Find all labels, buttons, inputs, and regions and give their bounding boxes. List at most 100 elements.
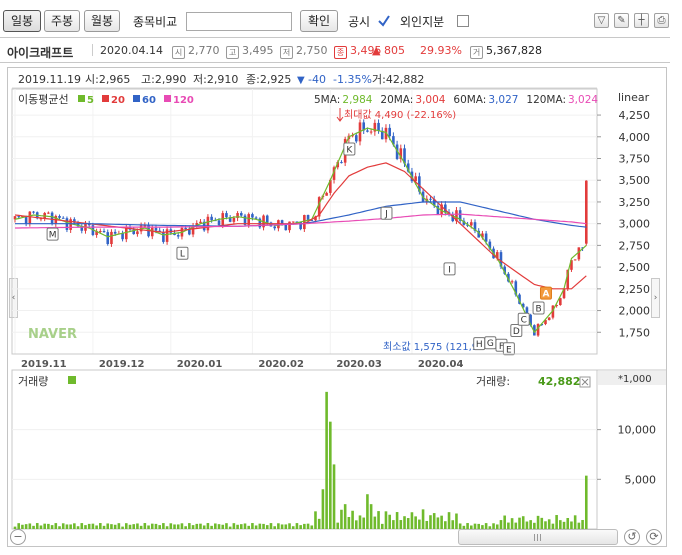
volume-bar (410, 512, 414, 529)
ma-value-label: 60MA: (453, 94, 486, 106)
volume-bar (21, 524, 24, 529)
ma-legend-swatch (78, 95, 85, 102)
candle-body (61, 217, 65, 219)
volume-bar (84, 525, 87, 529)
event-marker-label: C (521, 316, 527, 326)
volume-bar (265, 525, 269, 529)
scale-label[interactable]: linear (618, 91, 650, 104)
volume-bar (314, 511, 317, 529)
volume-bar (43, 523, 46, 529)
volume-bar (288, 523, 291, 529)
candle-body (251, 214, 254, 218)
volume-bar (217, 524, 221, 529)
candle-body (265, 215, 269, 223)
volume-bar (536, 515, 540, 529)
candle-body (47, 212, 50, 214)
zoom-out-button[interactable]: − (10, 529, 26, 545)
chart-scrollbar[interactable] (458, 529, 618, 545)
volume-bar (95, 525, 98, 529)
event-marker-label: A (542, 290, 549, 300)
volume-legend-swatch (68, 376, 76, 384)
volume-bar (277, 523, 280, 529)
price-tick-label: 2,250 (619, 283, 651, 296)
volume-bar (351, 510, 354, 529)
ma-legend-title: 이동평균선 (18, 93, 69, 106)
volume-bar (570, 521, 573, 529)
x-tick-label: 2020.03 (336, 359, 382, 370)
volume-bar (406, 518, 410, 529)
event-marker-label: J (384, 210, 388, 220)
candle-body (288, 221, 291, 231)
reset-button[interactable]: ↺ (624, 529, 640, 545)
volume-right-label: 거래량: (476, 375, 510, 388)
volume-bar (139, 525, 143, 529)
volume-bar (147, 525, 150, 529)
candle-body (273, 226, 276, 229)
ma-value: 3,004 (415, 94, 445, 106)
candle-body (150, 227, 154, 237)
volume-bar (113, 524, 117, 529)
readout-date: 2019.11.19 (18, 73, 81, 86)
price-y-axis: 1,750 2,000 2,250 2,500 2,750 3,000 3,250 3,500… (597, 109, 650, 339)
volume-bar (354, 520, 358, 529)
candle-body (584, 180, 588, 244)
volume-bar (158, 525, 161, 529)
volume-bar (188, 523, 191, 529)
volume-bar (80, 523, 84, 529)
volume-bar (87, 523, 91, 529)
volume-bar (499, 520, 503, 529)
ma-value-label: 120MA: (526, 94, 566, 106)
candle-body (366, 130, 369, 132)
candle-body (50, 212, 54, 224)
price-tick-label: 2,750 (619, 239, 651, 252)
volume-bar (444, 521, 447, 529)
ma-legend: 5 20 60 120 (78, 95, 194, 106)
volume-bar (91, 523, 95, 529)
candle-body (429, 198, 432, 200)
candle-body (106, 232, 110, 245)
volume-bar (366, 494, 369, 529)
volume-bar (373, 516, 377, 529)
volume-bar (566, 517, 570, 529)
scrollbar-grip (540, 534, 541, 541)
candle-body (484, 233, 488, 242)
volume-bar (451, 520, 455, 529)
volume-bar (303, 523, 306, 529)
volume-bar (418, 519, 421, 529)
ma-legend-label: 20 (111, 95, 125, 106)
candle-body (510, 281, 514, 283)
candle-body (306, 215, 310, 220)
volume-bar (128, 524, 132, 529)
candles (13, 119, 588, 337)
volume-bar (184, 526, 187, 529)
candle-body (291, 221, 295, 223)
volume-bar (540, 517, 544, 529)
volume-bar (329, 421, 332, 529)
volume-bar (343, 504, 347, 529)
candle-body (547, 317, 551, 321)
candle-body (303, 215, 306, 230)
volume-bars (13, 391, 588, 529)
volume-bar (399, 520, 403, 529)
candle-body (124, 227, 128, 240)
candle-body (154, 227, 158, 231)
ma-value: 3,024 (568, 94, 598, 106)
candle-body (121, 233, 124, 240)
volume-bar (436, 517, 440, 529)
volume-bar (106, 523, 110, 529)
candle-body (110, 231, 113, 245)
volume-bar (284, 524, 288, 529)
volume-bar (214, 523, 217, 529)
volume-bar (521, 516, 525, 529)
event-marker-label: G (487, 339, 494, 349)
candle-body (469, 222, 473, 226)
volume-bar (58, 526, 61, 529)
refresh-button[interactable]: ⟳ (646, 529, 662, 545)
candle-body (206, 216, 210, 231)
volume-bar (332, 464, 336, 529)
volume-bar (447, 512, 451, 529)
x-tick-label: 2020.04 (418, 359, 464, 370)
volume-bar (273, 526, 276, 529)
volume-bar (299, 525, 302, 529)
volume-bar (291, 526, 295, 529)
